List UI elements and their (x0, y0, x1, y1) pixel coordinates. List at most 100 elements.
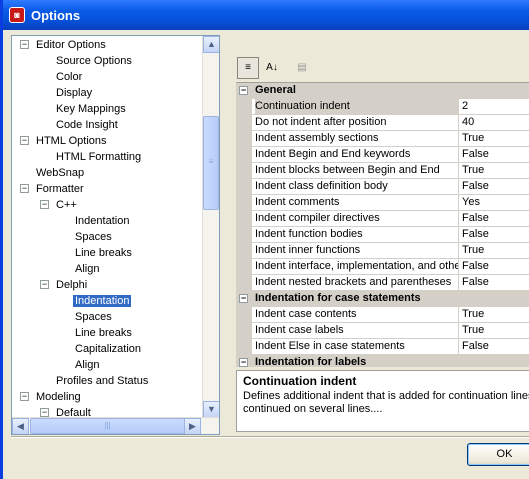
scroll-right-icon[interactable]: ▶ (184, 418, 201, 434)
property-row[interactable]: Indent assembly sections True (236, 131, 529, 147)
property-row[interactable]: Do not indent after position 40 (236, 115, 529, 131)
tree-item-label: Source Options (56, 55, 132, 67)
tree-item-cpp-spaces[interactable]: Spaces (75, 229, 112, 245)
category-general[interactable]: − General (236, 83, 529, 99)
row-gutter (236, 163, 252, 179)
property-value[interactable]: False (462, 275, 489, 290)
property-row[interactable]: Indent comments Yes (236, 195, 529, 211)
property-value[interactable]: False (462, 179, 489, 194)
tree-item-display[interactable]: Display (56, 85, 92, 101)
expander-default[interactable]: − (40, 408, 49, 417)
tree-item-color[interactable]: Color (56, 69, 82, 85)
property-row[interactable]: Indent nested brackets and parentheses Fa… (236, 275, 529, 291)
property-name: Do not indent after position (255, 115, 459, 131)
property-row[interactable]: Indent interface, implementation, and ot… (236, 259, 529, 275)
tree-item-delphi-capitalization[interactable]: Capitalization (75, 341, 141, 357)
expander-formatter[interactable]: − (20, 184, 29, 193)
property-row[interactable]: Indent function bodies False (236, 227, 529, 243)
expander-html-options[interactable]: − (20, 136, 29, 145)
sort-alphabetical-icon[interactable]: A↓ (261, 57, 283, 79)
ok-button[interactable]: OK (467, 443, 529, 466)
property-name: Indent Begin and End keywords (255, 147, 459, 163)
tree-item-formatter[interactable]: Formatter (36, 181, 84, 197)
property-row[interactable]: Indent blocks between Begin and End True (236, 163, 529, 179)
tree-item-delphi-align[interactable]: Align (75, 357, 99, 373)
expander-editor-options[interactable]: − (20, 40, 29, 49)
collapse-icon[interactable]: − (239, 294, 248, 303)
row-gutter (236, 307, 252, 323)
property-name: Indent interface, implementation, and ot… (255, 259, 459, 275)
tree-item-label: WebSnap (36, 167, 85, 179)
category-case-statements[interactable]: − Indentation for case statements (236, 291, 529, 307)
property-name: Indent case contents (255, 307, 459, 323)
tree-item-editor-options[interactable]: Editor Options (36, 37, 106, 53)
tree-item-label: Display (56, 87, 93, 99)
tree-item-delphi-spaces[interactable]: Spaces (75, 309, 112, 325)
property-name: Indent assembly sections (255, 131, 459, 147)
property-value[interactable]: False (462, 211, 489, 226)
tree-item-profiles-and-status[interactable]: Profiles and Status (56, 373, 148, 389)
tree-item-html-formatting[interactable]: HTML Formatting (56, 149, 141, 165)
property-pages-icon[interactable]: ▤ (291, 57, 313, 79)
property-row-continuation-indent[interactable]: Continuation indent 2 (236, 99, 529, 115)
tree-item-modeling[interactable]: Modeling (36, 389, 81, 405)
tree-vertical-scrollbar[interactable]: ▲ ≡ ▼ (202, 36, 219, 418)
options-tree[interactable]: − Editor Options Source Options Color Di… (11, 35, 220, 435)
tree-horizontal-scrollbar[interactable]: ◀ ||| ▶ (12, 417, 219, 434)
title-bar[interactable]: ◙ Options (3, 0, 529, 30)
tree-item-code-insight[interactable]: Code Insight (56, 117, 118, 133)
property-value[interactable]: False (462, 259, 489, 274)
row-gutter (236, 227, 252, 243)
scroll-down-icon[interactable]: ▼ (203, 401, 219, 418)
property-value[interactable]: False (462, 147, 489, 162)
property-row[interactable]: Indent case labels True (236, 323, 529, 339)
property-value[interactable]: True (462, 131, 484, 146)
property-row[interactable]: Indent case contents True (236, 307, 529, 323)
tree-item-cpp-align[interactable]: Align (75, 261, 99, 277)
property-row[interactable]: Indent compiler directives False (236, 211, 529, 227)
property-row[interactable]: Indent inner functions True (236, 243, 529, 259)
tree-item-delphi-indentation[interactable]: Indentation (73, 293, 132, 309)
tree-item-label: C++ (56, 199, 77, 211)
collapse-icon[interactable]: − (239, 86, 248, 95)
category-labels[interactable]: − Indentation for labels (236, 355, 529, 367)
property-value[interactable]: False (462, 339, 489, 354)
property-row[interactable]: Indent Begin and End keywords False (236, 147, 529, 163)
tree-item-delphi-line-breaks[interactable]: Line breaks (75, 325, 132, 341)
tree-vertical-scroll-thumb[interactable]: ≡ (203, 116, 219, 210)
tree-item-key-mappings[interactable]: Key Mappings (56, 101, 126, 117)
tree-item-label: Formatter (36, 183, 84, 195)
tree-item-label: Indentation (75, 215, 130, 227)
property-value[interactable]: True (462, 243, 484, 258)
tree-item-label: Capitalization (75, 343, 142, 355)
property-grid[interactable]: − General Continuation indent 2 Do not in… (236, 82, 529, 367)
tree-item-cpp-line-breaks[interactable]: Line breaks (75, 245, 132, 261)
expander-cpp[interactable]: − (40, 200, 49, 209)
tree-item-cpp[interactable]: C++ (56, 197, 77, 213)
tree-item-delphi[interactable]: Delphi (56, 277, 87, 293)
property-name: Continuation indent (255, 99, 459, 115)
expander-modeling[interactable]: − (20, 392, 29, 401)
property-row[interactable]: Indent Else in case statements False (236, 339, 529, 355)
tree-item-websnap[interactable]: WebSnap (36, 165, 84, 181)
expander-delphi[interactable]: − (40, 280, 49, 289)
tree-item-source-options[interactable]: Source Options (56, 53, 132, 69)
tree-item-html-options[interactable]: HTML Options (36, 133, 107, 149)
tree-item-label: Color (56, 71, 83, 83)
scroll-up-icon[interactable]: ▲ (203, 36, 219, 53)
scroll-left-icon[interactable]: ◀ (12, 418, 29, 434)
property-value[interactable]: True (462, 323, 484, 338)
tree-horizontal-scroll-thumb[interactable]: ||| (30, 418, 185, 434)
tree-item-cpp-indentation[interactable]: Indentation (75, 213, 129, 229)
category-label: Indentation for labels (255, 356, 367, 367)
property-value[interactable]: True (462, 307, 484, 322)
collapse-icon[interactable]: − (239, 358, 248, 367)
property-value[interactable]: True (462, 163, 484, 178)
property-value[interactable]: False (462, 227, 489, 242)
categorized-icon[interactable]: ≡ (237, 57, 259, 79)
property-value[interactable]: 2 (462, 99, 468, 114)
property-value[interactable]: Yes (462, 195, 480, 210)
row-gutter (236, 259, 252, 275)
property-value[interactable]: 40 (462, 115, 474, 130)
property-row[interactable]: Indent class definition body False (236, 179, 529, 195)
